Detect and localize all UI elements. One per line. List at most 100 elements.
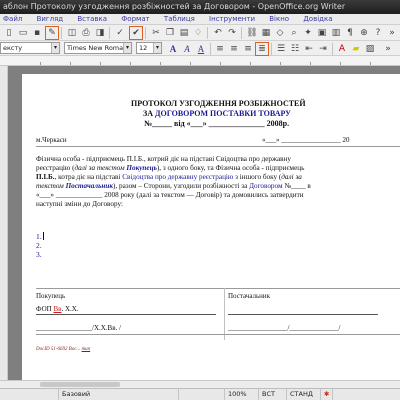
buyer-signature: ________________/Х.Х.Вв. / — [36, 324, 121, 332]
status-page-style[interactable]: Базовий — [58, 389, 178, 400]
align-right-icon[interactable]: ≡ — [242, 43, 254, 55]
nonprinting-characters-icon[interactable]: ¶ — [344, 27, 356, 39]
gallery-icon[interactable]: ▣ — [316, 27, 328, 39]
chevron-down-icon: ▾ — [123, 43, 131, 53]
toolbar-options-icon[interactable]: » — [382, 43, 394, 55]
menu-view[interactable]: Вигляд — [37, 14, 64, 24]
document-modified-icon: ✱ — [320, 389, 332, 400]
horizontal-scrollbar[interactable] — [0, 380, 400, 388]
font-color-icon[interactable]: A — [336, 43, 348, 55]
find-replace-icon[interactable]: ⌕ — [288, 27, 300, 39]
decrease-indent-icon[interactable]: ⇤ — [303, 43, 315, 55]
menu-format[interactable]: Формат — [121, 14, 149, 24]
print-preview-icon[interactable]: ◨ — [94, 27, 106, 39]
save-icon[interactable]: ▪ — [31, 27, 43, 39]
para-text: ), з одного боку, та Фізична особа - під… — [156, 164, 305, 172]
para-line: текстом Постачальник), разом – Сторони, … — [36, 182, 396, 191]
paragraph-style-value: ексту — [3, 44, 23, 52]
status-zoom[interactable]: 100% — [224, 389, 258, 400]
list-item[interactable]: 1. — [36, 232, 44, 241]
align-justify-icon[interactable]: ≣ — [255, 42, 269, 56]
buyer-term: Покупець — [126, 164, 157, 172]
spellcheck-icon[interactable]: ✓ — [114, 27, 126, 39]
chevron-down-icon: ▾ — [153, 43, 161, 53]
doc-footnote: DocID 51-6692 Вос... тип — [36, 347, 91, 352]
preamble-paragraph: Фізична особа - підприємець П.І.Б., котр… — [36, 155, 396, 209]
data-sources-icon[interactable]: ▥ — [330, 27, 342, 39]
bold-icon[interactable]: A — [167, 43, 179, 55]
navigator-icon[interactable]: ✦ — [302, 27, 314, 39]
menu-table[interactable]: Таблиця — [164, 14, 195, 24]
chevron-down-icon: ▾ — [51, 43, 59, 53]
font-size-value: 12 — [139, 44, 148, 52]
format-paintbrush-icon[interactable]: ♢ — [192, 27, 204, 39]
numbering-icon[interactable]: ☰ — [275, 43, 287, 55]
undo-icon[interactable]: ↶ — [212, 27, 224, 39]
para-line: наступні зміни до Договору: — [36, 200, 123, 208]
doc-title: ПРОТОКОЛ УЗГОДЖЕННЯ РОЗБІЖНОСТЕЙ — [131, 99, 306, 108]
copy-icon[interactable]: ❐ — [164, 27, 176, 39]
ruler-tick — [70, 62, 71, 65]
ruler-tick — [370, 62, 371, 65]
increase-indent-icon[interactable]: ⇥ — [317, 43, 329, 55]
ruler-tick — [40, 62, 41, 65]
export-pdf-icon[interactable]: ◫ — [66, 27, 78, 39]
background-color-icon[interactable]: ▨ — [364, 43, 376, 55]
paragraph-style-select[interactable]: ексту ▾ — [0, 42, 60, 54]
bullets-icon[interactable]: ☷ — [289, 43, 301, 55]
divider — [36, 146, 400, 147]
para-italic: далі за текстом — [74, 164, 127, 172]
edit-file-icon[interactable]: ✎ — [45, 26, 59, 40]
paste-icon[interactable]: ▤ — [178, 27, 190, 39]
list-item[interactable]: 2. — [36, 241, 44, 250]
underline-icon[interactable]: A — [195, 43, 207, 55]
para-italic: далі за — [281, 173, 302, 181]
align-left-icon[interactable]: ≡ — [214, 43, 226, 55]
ruler-tick — [220, 62, 221, 65]
menu-insert[interactable]: Вставка — [77, 14, 107, 24]
doc-number-line: №_____ від «___» ______________ 2008р. — [144, 119, 290, 128]
highlighting-icon[interactable]: ▰ — [350, 43, 362, 55]
supplier-header: Постачальник — [228, 292, 271, 300]
buyer-fop: ФОП Вв. Х.Х. — [36, 305, 79, 313]
contract-link[interactable]: ДОГОВОРОМ ПОСТАВКИ ТОВАРУ — [155, 109, 291, 118]
table-icon[interactable]: ▦ — [260, 27, 272, 39]
toolbar-separator — [145, 27, 146, 39]
ruler-tick — [280, 62, 281, 65]
para-text: , котра діє на підставі — [54, 173, 123, 181]
font-name-select[interactable]: Times New Roman ▾ — [64, 42, 132, 54]
print-icon[interactable]: ⎙ — [80, 27, 92, 39]
list-item[interactable]: 3. — [36, 250, 44, 259]
menu-file[interactable]: Файл — [3, 14, 22, 24]
status-selection-mode[interactable]: СТАНД — [286, 389, 320, 400]
autospellcheck-icon[interactable]: ✔ — [129, 26, 143, 40]
redo-icon[interactable]: ↷ — [226, 27, 238, 39]
new-document-icon[interactable]: ▯ — [3, 27, 15, 39]
para-text: ), разом – Сторони, узгодили розбіжності… — [113, 182, 250, 190]
text-cursor — [42, 232, 44, 240]
show-draw-functions-icon[interactable]: ◇ — [274, 27, 286, 39]
cut-icon[interactable]: ✂ — [150, 27, 162, 39]
para-line: реєстрацію (далі за текстом Покупець), з… — [36, 164, 396, 173]
scrollbar-thumb[interactable] — [40, 382, 120, 387]
status-insert-mode[interactable]: ВСТ — [258, 389, 286, 400]
hyperlink-icon[interactable]: ⛓ — [246, 27, 258, 39]
menu-window[interactable]: Вікно — [269, 14, 289, 24]
toolbar-separator — [332, 43, 333, 55]
horizontal-ruler[interactable] — [0, 56, 400, 66]
toolbar-options-icon[interactable]: » — [386, 27, 398, 39]
italic-icon[interactable]: A — [181, 43, 193, 55]
font-name-value: Times New Roman — [67, 44, 128, 52]
zoom-icon[interactable]: ⊕ — [358, 27, 370, 39]
toolbar-separator — [109, 27, 110, 39]
help-icon[interactable]: ? — [372, 27, 384, 39]
para-text: реєстрацію ( — [36, 164, 75, 172]
toolbar-separator — [210, 43, 211, 55]
toolbar-separator — [61, 27, 62, 39]
menu-tools[interactable]: Інструменти — [209, 14, 255, 24]
font-size-select[interactable]: 12 ▾ — [136, 42, 162, 54]
vertical-ruler — [0, 66, 8, 380]
align-center-icon[interactable]: ≡ — [228, 43, 240, 55]
open-icon[interactable]: ▭ — [17, 27, 29, 39]
menu-help[interactable]: Довідка — [303, 14, 332, 24]
